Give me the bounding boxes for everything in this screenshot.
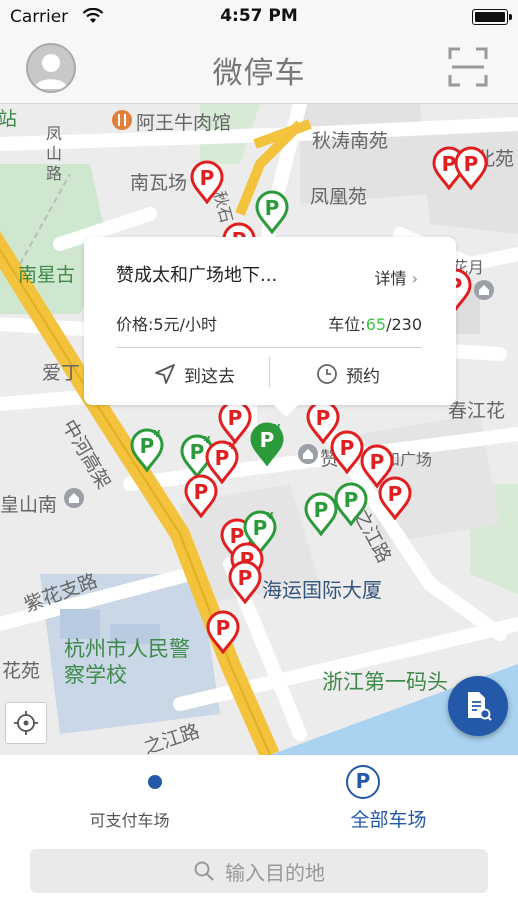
status-bar: Carrier 4:57 PM bbox=[0, 0, 518, 34]
poi-icon bbox=[474, 280, 494, 300]
chevron-right-icon: › bbox=[411, 269, 418, 288]
svg-text:P: P bbox=[370, 450, 385, 474]
restaurant-icon bbox=[112, 110, 132, 130]
parking-pin-icon[interactable]: P bbox=[218, 400, 252, 444]
destination-search[interactable]: 输入目的地 bbox=[30, 849, 488, 893]
svg-text:P: P bbox=[314, 498, 329, 522]
map-label: 阿王牛肉馆 bbox=[136, 112, 232, 134]
svg-text:P: P bbox=[190, 440, 205, 464]
svg-text:¥: ¥ bbox=[154, 429, 161, 440]
detail-link[interactable]: 详情 › bbox=[374, 265, 418, 289]
svg-text:P: P bbox=[316, 406, 331, 430]
parking-p-icon: P bbox=[346, 765, 380, 799]
space-info: 车位:65/230 bbox=[328, 311, 422, 335]
svg-text:P: P bbox=[253, 516, 268, 540]
detail-label: 详情 bbox=[374, 269, 407, 288]
parking-pin-icon[interactable]: P bbox=[206, 610, 240, 654]
poi-icon bbox=[298, 444, 318, 464]
map-label: 秋涛南苑 bbox=[312, 130, 389, 152]
svg-text:P: P bbox=[140, 434, 155, 458]
navigate-button[interactable]: 到这去 bbox=[154, 361, 235, 387]
poi-icon bbox=[64, 488, 84, 508]
payable-parking-pin-icon[interactable]: P bbox=[334, 482, 368, 526]
nav-bar: 微停车 bbox=[0, 34, 518, 104]
map-label: 浙江第一码头 bbox=[322, 670, 448, 694]
svg-text:P: P bbox=[464, 152, 479, 176]
svg-text:P: P bbox=[215, 446, 230, 470]
parking-list-button[interactable] bbox=[448, 676, 508, 736]
tab-all-lots[interactable]: P 全部车场 bbox=[259, 755, 518, 845]
svg-text:P: P bbox=[216, 616, 231, 640]
payable-parking-pin-icon[interactable]: P bbox=[304, 492, 338, 536]
svg-text:P: P bbox=[388, 482, 403, 506]
clock-icon bbox=[317, 364, 337, 384]
svg-text:P: P bbox=[194, 480, 209, 504]
map-label: 花苑 bbox=[2, 660, 41, 682]
bottom-panel: 可支付车场 P 全部车场 输入目的地 bbox=[0, 755, 518, 920]
divider bbox=[269, 357, 270, 387]
reserve-label: 预约 bbox=[346, 366, 380, 387]
map-label: 南瓦场 bbox=[130, 172, 188, 194]
dot-icon bbox=[148, 775, 162, 789]
payable-parking-pin-icon[interactable]: P bbox=[255, 190, 289, 234]
parking-pin-icon[interactable]: P bbox=[330, 430, 364, 474]
parking-pin-icon[interactable]: P bbox=[228, 560, 262, 604]
parking-name: 赞成太和广场地下... bbox=[116, 265, 278, 286]
price-label: 价格:5元/小时 bbox=[116, 315, 217, 334]
tab-label: 可支付车场 bbox=[89, 811, 170, 830]
svg-text:¥: ¥ bbox=[267, 511, 274, 522]
map-label: 凤凰苑 bbox=[310, 186, 368, 208]
svg-text:P: P bbox=[265, 196, 280, 220]
parking-pin-icon[interactable]: P bbox=[378, 476, 412, 520]
status-time: 4:57 PM bbox=[220, 6, 298, 26]
svg-text:P: P bbox=[344, 488, 359, 512]
tab-label: 全部车场 bbox=[350, 809, 427, 831]
parking-pin-icon[interactable]: P bbox=[184, 474, 218, 518]
map-label: 站 bbox=[0, 108, 18, 130]
svg-text:P: P bbox=[200, 166, 215, 190]
divider bbox=[116, 347, 422, 348]
svg-text:¥: ¥ bbox=[274, 423, 281, 434]
navigate-label: 到这去 bbox=[184, 366, 235, 387]
map-label: 春江花 bbox=[448, 400, 506, 422]
battery-icon bbox=[472, 9, 512, 25]
reserve-button[interactable]: 预约 bbox=[316, 361, 380, 387]
map-label: 海运国际大厦 bbox=[262, 578, 382, 602]
parking-info-popup[interactable]: 赞成太和广场地下... 详情 › 价格:5元/小时 车位:65/230 到这去 … bbox=[84, 237, 456, 417]
navigation-arrow-icon bbox=[155, 364, 175, 384]
tab-payable-lots[interactable]: 可支付车场 bbox=[0, 755, 259, 845]
space-label: 车位: bbox=[328, 315, 366, 334]
svg-text:P: P bbox=[340, 436, 355, 460]
space-total: /230 bbox=[386, 315, 422, 334]
locate-button[interactable] bbox=[5, 702, 47, 744]
map-label: 爱丁 bbox=[42, 362, 81, 384]
scan-icon[interactable] bbox=[448, 47, 488, 87]
map-label: 皇山南 bbox=[0, 494, 58, 516]
document-search-icon bbox=[468, 692, 492, 721]
map-label: 南星古 bbox=[18, 264, 76, 286]
map-label: 凤山路 bbox=[46, 124, 63, 183]
map-label: 杭州市人民警察学校 bbox=[64, 637, 190, 687]
map-view[interactable]: 站 阿王牛肉馆 秋涛南苑 南瓦场 凤凰苑 凤山路 南星古 爱丁 中河高架 皇山南… bbox=[0, 104, 518, 755]
svg-text:P: P bbox=[238, 566, 253, 590]
svg-text:P: P bbox=[228, 406, 243, 430]
search-icon bbox=[194, 861, 214, 881]
payable-parking-pin-icon[interactable]: P ¥ bbox=[250, 422, 284, 466]
page-title: 微停车 bbox=[212, 56, 306, 91]
parking-pin-icon[interactable]: P bbox=[190, 160, 224, 204]
payable-parking-pin-icon[interactable]: P ¥ bbox=[130, 428, 164, 472]
space-free: 65 bbox=[365, 315, 387, 334]
svg-text:P: P bbox=[260, 428, 275, 452]
parking-pin-icon[interactable]: P bbox=[454, 146, 488, 190]
search-placeholder: 输入目的地 bbox=[225, 860, 325, 885]
locate-icon bbox=[14, 711, 38, 735]
